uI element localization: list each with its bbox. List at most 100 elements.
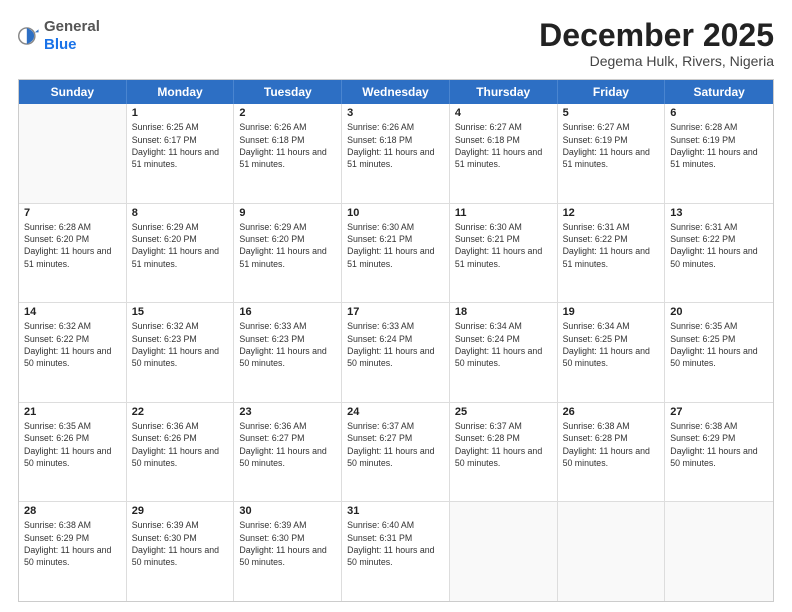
day-cell-15: 15Sunrise: 6:32 AMSunset: 6:23 PMDayligh… xyxy=(127,303,235,402)
empty-cell xyxy=(450,502,558,601)
day-info: Sunrise: 6:26 AMSunset: 6:18 PMDaylight:… xyxy=(347,121,444,170)
day-number: 28 xyxy=(24,505,121,517)
day-info: Sunrise: 6:36 AMSunset: 6:26 PMDaylight:… xyxy=(132,420,229,469)
title-block: December 2025 Degema Hulk, Rivers, Niger… xyxy=(539,18,774,69)
day-cell-26: 26 Sunrise: 6:38 AMSunset: 6:28 PMDayligh… xyxy=(558,403,666,502)
day-cell-11: 11Sunrise: 6:30 AMSunset: 6:21 PMDayligh… xyxy=(450,204,558,303)
day-cell-27: 27 Sunrise: 6:38 AMSunset: 6:29 PMDayligh… xyxy=(665,403,773,502)
day-cell-19: 19Sunrise: 6:34 AMSunset: 6:25 PMDayligh… xyxy=(558,303,666,402)
weekday-header-monday: Monday xyxy=(127,80,235,104)
day-info: Sunrise: 6:38 AMSunset: 6:29 PMDaylight:… xyxy=(670,420,768,469)
day-number: 16 xyxy=(239,306,336,318)
calendar-row-2: 7Sunrise: 6:28 AMSunset: 6:20 PMDaylight… xyxy=(19,204,773,304)
day-number: 11 xyxy=(455,207,552,219)
day-number: 24 xyxy=(347,406,444,418)
day-number: 3 xyxy=(347,107,444,119)
day-number: 2 xyxy=(239,107,336,119)
empty-cell xyxy=(558,502,666,601)
day-info: Sunrise: 6:32 AMSunset: 6:23 PMDaylight:… xyxy=(132,320,229,369)
day-number: 27 xyxy=(670,406,768,418)
day-number: 4 xyxy=(455,107,552,119)
day-cell-28: 28 Sunrise: 6:38 AMSunset: 6:29 PMDayligh… xyxy=(19,502,127,601)
day-cell-13: 13 Sunrise: 6:31 AMSunset: 6:22 PMDayligh… xyxy=(665,204,773,303)
logo-text: General Blue xyxy=(44,18,100,54)
calendar-row-1: 1 Sunrise: 6:25 AMSunset: 6:17 PMDaylight… xyxy=(19,104,773,204)
day-info: Sunrise: 6:28 AMSunset: 6:19 PMDaylight:… xyxy=(670,121,768,170)
day-cell-2: 2 Sunrise: 6:26 AMSunset: 6:18 PMDaylight… xyxy=(234,104,342,203)
day-info: Sunrise: 6:32 AMSunset: 6:22 PMDaylight:… xyxy=(24,320,121,369)
day-cell-25: 25Sunrise: 6:37 AMSunset: 6:28 PMDayligh… xyxy=(450,403,558,502)
day-cell-21: 21 Sunrise: 6:35 AMSunset: 6:26 PMDayligh… xyxy=(19,403,127,502)
logo-general: General xyxy=(44,18,100,35)
calendar-header: SundayMondayTuesdayWednesdayThursdayFrid… xyxy=(19,80,773,104)
day-cell-18: 18 Sunrise: 6:34 AMSunset: 6:24 PMDayligh… xyxy=(450,303,558,402)
day-cell-1: 1 Sunrise: 6:25 AMSunset: 6:17 PMDaylight… xyxy=(127,104,235,203)
day-number: 21 xyxy=(24,406,121,418)
day-cell-4: 4 Sunrise: 6:27 AMSunset: 6:18 PMDaylight… xyxy=(450,104,558,203)
day-number: 8 xyxy=(132,207,229,219)
day-cell-3: 3 Sunrise: 6:26 AMSunset: 6:18 PMDaylight… xyxy=(342,104,450,203)
logo-icon xyxy=(18,25,40,47)
location-subtitle: Degema Hulk, Rivers, Nigeria xyxy=(539,53,774,69)
day-number: 12 xyxy=(563,207,660,219)
day-cell-12: 12Sunrise: 6:31 AMSunset: 6:22 PMDayligh… xyxy=(558,204,666,303)
day-number: 22 xyxy=(132,406,229,418)
weekday-header-wednesday: Wednesday xyxy=(342,80,450,104)
day-info: Sunrise: 6:25 AMSunset: 6:17 PMDaylight:… xyxy=(132,121,229,170)
day-cell-16: 16 Sunrise: 6:33 AMSunset: 6:23 PMDayligh… xyxy=(234,303,342,402)
logo-blue: Blue xyxy=(44,36,77,53)
day-number: 25 xyxy=(455,406,552,418)
day-info: Sunrise: 6:40 AMSunset: 6:31 PMDaylight:… xyxy=(347,519,444,568)
day-info: Sunrise: 6:33 AMSunset: 6:23 PMDaylight:… xyxy=(239,320,336,369)
day-number: 23 xyxy=(239,406,336,418)
weekday-header-thursday: Thursday xyxy=(450,80,558,104)
day-info: Sunrise: 6:34 AMSunset: 6:24 PMDaylight:… xyxy=(455,320,552,369)
day-info: Sunrise: 6:35 AMSunset: 6:26 PMDaylight:… xyxy=(24,420,121,469)
day-number: 5 xyxy=(563,107,660,119)
day-cell-24: 24 Sunrise: 6:37 AMSunset: 6:27 PMDayligh… xyxy=(342,403,450,502)
day-cell-9: 9Sunrise: 6:29 AMSunset: 6:20 PMDaylight… xyxy=(234,204,342,303)
header: General Blue December 2025 Degema Hulk, … xyxy=(18,18,774,69)
logo: General Blue xyxy=(18,18,100,54)
day-info: Sunrise: 6:30 AMSunset: 6:21 PMDaylight:… xyxy=(347,221,444,270)
calendar: SundayMondayTuesdayWednesdayThursdayFrid… xyxy=(18,79,774,602)
weekday-header-saturday: Saturday xyxy=(665,80,773,104)
day-info: Sunrise: 6:38 AMSunset: 6:28 PMDaylight:… xyxy=(563,420,660,469)
day-number: 30 xyxy=(239,505,336,517)
day-cell-22: 22 Sunrise: 6:36 AMSunset: 6:26 PMDayligh… xyxy=(127,403,235,502)
day-cell-30: 30Sunrise: 6:39 AMSunset: 6:30 PMDayligh… xyxy=(234,502,342,601)
day-number: 14 xyxy=(24,306,121,318)
day-number: 26 xyxy=(563,406,660,418)
day-number: 10 xyxy=(347,207,444,219)
day-info: Sunrise: 6:31 AMSunset: 6:22 PMDaylight:… xyxy=(670,221,768,270)
day-info: Sunrise: 6:36 AMSunset: 6:27 PMDaylight:… xyxy=(239,420,336,469)
day-info: Sunrise: 6:27 AMSunset: 6:19 PMDaylight:… xyxy=(563,121,660,170)
calendar-row-5: 28 Sunrise: 6:38 AMSunset: 6:29 PMDayligh… xyxy=(19,502,773,601)
empty-cell xyxy=(665,502,773,601)
weekday-header-friday: Friday xyxy=(558,80,666,104)
weekday-header-sunday: Sunday xyxy=(19,80,127,104)
day-cell-29: 29Sunrise: 6:39 AMSunset: 6:30 PMDayligh… xyxy=(127,502,235,601)
day-number: 18 xyxy=(455,306,552,318)
day-number: 17 xyxy=(347,306,444,318)
day-number: 7 xyxy=(24,207,121,219)
day-info: Sunrise: 6:26 AMSunset: 6:18 PMDaylight:… xyxy=(239,121,336,170)
day-number: 1 xyxy=(132,107,229,119)
day-number: 6 xyxy=(670,107,768,119)
calendar-row-4: 21 Sunrise: 6:35 AMSunset: 6:26 PMDayligh… xyxy=(19,403,773,503)
day-number: 13 xyxy=(670,207,768,219)
day-cell-20: 20Sunrise: 6:35 AMSunset: 6:25 PMDayligh… xyxy=(665,303,773,402)
day-cell-31: 31 Sunrise: 6:40 AMSunset: 6:31 PMDayligh… xyxy=(342,502,450,601)
day-cell-23: 23 Sunrise: 6:36 AMSunset: 6:27 PMDayligh… xyxy=(234,403,342,502)
day-info: Sunrise: 6:33 AMSunset: 6:24 PMDaylight:… xyxy=(347,320,444,369)
day-cell-7: 7Sunrise: 6:28 AMSunset: 6:20 PMDaylight… xyxy=(19,204,127,303)
calendar-body: 1 Sunrise: 6:25 AMSunset: 6:17 PMDaylight… xyxy=(19,104,773,601)
day-info: Sunrise: 6:39 AMSunset: 6:30 PMDaylight:… xyxy=(132,519,229,568)
day-info: Sunrise: 6:27 AMSunset: 6:18 PMDaylight:… xyxy=(455,121,552,170)
day-info: Sunrise: 6:38 AMSunset: 6:29 PMDaylight:… xyxy=(24,519,121,568)
day-number: 31 xyxy=(347,505,444,517)
day-info: Sunrise: 6:37 AMSunset: 6:27 PMDaylight:… xyxy=(347,420,444,469)
day-cell-14: 14 Sunrise: 6:32 AMSunset: 6:22 PMDayligh… xyxy=(19,303,127,402)
day-info: Sunrise: 6:34 AMSunset: 6:25 PMDaylight:… xyxy=(563,320,660,369)
day-number: 9 xyxy=(239,207,336,219)
